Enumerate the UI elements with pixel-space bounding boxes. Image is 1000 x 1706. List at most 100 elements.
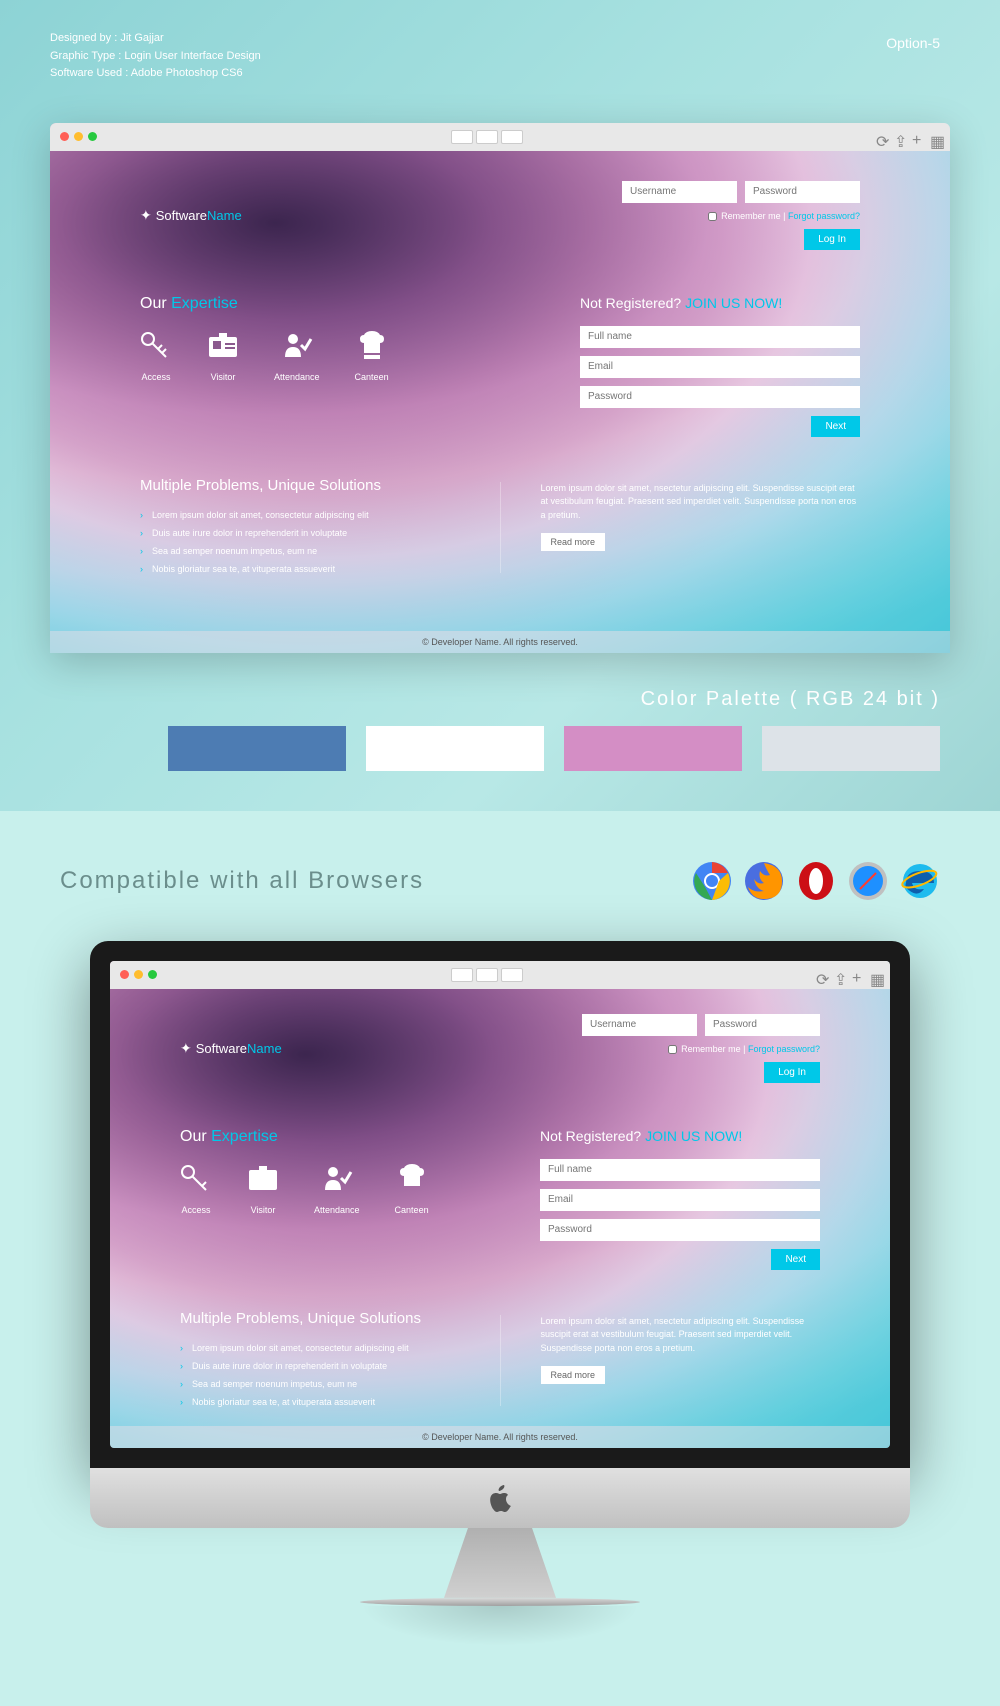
firefox-icon — [744, 861, 784, 901]
list-item: Sea ad semper noenum impetus, eum ne — [140, 542, 460, 560]
register-password-input[interactable] — [540, 1219, 820, 1241]
vertical-divider — [500, 482, 501, 573]
feature-grid: Access Visitor Attendance Canteen — [140, 331, 389, 382]
toolbar-button[interactable] — [451, 130, 473, 144]
share-icon[interactable]: ⇪ — [894, 132, 904, 142]
expertise-title: Our Expertise — [140, 295, 389, 313]
add-icon[interactable]: + — [912, 132, 922, 142]
feature-label: Attendance — [274, 372, 320, 382]
browser-toolbar: ⟳ ⇪ + ▦ — [50, 123, 950, 151]
window-controls — [60, 132, 97, 141]
list-item: Sea ad semper noenum impetus, eum ne — [180, 1375, 460, 1393]
opera-icon — [796, 861, 836, 901]
imac-chin — [90, 1468, 910, 1528]
close-icon[interactable] — [120, 970, 129, 979]
share-icon[interactable]: ⇪ — [834, 970, 844, 980]
feature-canteen[interactable]: Canteen — [395, 1164, 429, 1215]
browser-toolbar: ⟳ ⇪ + ▦ — [110, 961, 890, 989]
feature-label: Access — [140, 372, 172, 382]
email-input[interactable] — [540, 1189, 820, 1211]
description-block: Lorem ipsum dolor sit amet, nsectetur ad… — [541, 477, 861, 578]
swatch-blue — [168, 726, 346, 771]
apple-logo-icon — [488, 1484, 512, 1512]
maximize-icon[interactable] — [148, 970, 157, 979]
list-item: Nobis gloriatur sea te, at vituperata as… — [140, 560, 460, 578]
site-header: ✦ SoftwareName Remember me | Forgot pass… — [140, 181, 860, 250]
feature-attendance[interactable]: Attendance — [274, 331, 320, 382]
toolbar-button[interactable] — [501, 130, 523, 144]
feature-canteen[interactable]: Canteen — [355, 331, 389, 382]
toolbar-button[interactable] — [451, 968, 473, 982]
person-check-icon — [321, 1164, 353, 1192]
maximize-icon[interactable] — [88, 132, 97, 141]
read-more-button[interactable]: Read more — [541, 1366, 606, 1384]
username-input[interactable] — [582, 1014, 697, 1036]
palette-title: Color Palette ( RGB 24 bit ) — [60, 688, 940, 711]
id-card-icon — [247, 1164, 279, 1192]
problems-block: Multiple Problems, Unique Solutions Lore… — [140, 477, 460, 578]
password-input[interactable] — [705, 1014, 820, 1036]
feature-label: Canteen — [355, 372, 389, 382]
reload-icon[interactable]: ⟳ — [876, 132, 886, 142]
bottom-section: Multiple Problems, Unique Solutions Lore… — [140, 477, 860, 593]
feature-attendance[interactable]: Attendance — [314, 1164, 360, 1215]
register-password-input[interactable] — [580, 386, 860, 408]
register-form: Not Registered? JOIN US NOW! Next — [580, 295, 860, 437]
swatch-white — [366, 726, 544, 771]
toolbar-button[interactable] — [501, 968, 523, 982]
presentation-top-panel: Designed by : Jit Gajjar Graphic Type : … — [0, 0, 1000, 811]
imac-mockup: ⟳ ⇪ + ▦ ✦SoftwareName Remember me | Forgot … — [90, 941, 910, 1468]
login-form: Remember me | Forgot password? Log In — [582, 1014, 820, 1083]
remember-checkbox[interactable] — [668, 1045, 677, 1054]
feature-label: Visitor — [207, 372, 239, 382]
site-footer: © Developer Name. All rights reserved. — [110, 1426, 890, 1448]
remember-checkbox[interactable] — [708, 212, 717, 221]
feature-visitor[interactable]: Visitor — [207, 331, 239, 382]
fullname-input[interactable] — [540, 1159, 820, 1181]
design-meta: Designed by : Jit Gajjar Graphic Type : … — [50, 30, 950, 83]
password-input[interactable] — [745, 181, 860, 203]
toolbar-button[interactable] — [476, 968, 498, 982]
fullname-input[interactable] — [580, 326, 860, 348]
email-input[interactable] — [580, 356, 860, 378]
toolbar-right: ⟳ ⇪ + ▦ — [876, 132, 940, 142]
register-form: Not Registered? JOIN US NOW! Next — [540, 1128, 820, 1270]
login-button[interactable]: Log In — [804, 229, 860, 250]
next-button[interactable]: Next — [771, 1249, 820, 1270]
feature-access[interactable]: Access — [180, 1164, 212, 1215]
toolbar-button[interactable] — [476, 130, 498, 144]
site-footer: © Developer Name. All rights reserved. — [50, 631, 950, 653]
chef-hat-icon — [356, 331, 388, 359]
safari-icon — [848, 861, 888, 901]
site-logo[interactable]: ✦ SoftwareName — [140, 181, 242, 250]
close-icon[interactable] — [60, 132, 69, 141]
forgot-password-link[interactable]: Forgot password? — [788, 211, 860, 221]
compatibility-title: Compatible with all Browsers — [60, 867, 424, 895]
chrome-icon — [692, 861, 732, 901]
read-more-button[interactable]: Read more — [541, 533, 606, 551]
minimize-icon[interactable] — [134, 970, 143, 979]
remember-label: Remember me — [721, 211, 781, 221]
bullet-list: Lorem ipsum dolor sit amet, consectetur … — [140, 506, 460, 578]
toolbar-center — [451, 130, 523, 144]
logo-icon: ✦ — [140, 207, 152, 224]
add-icon[interactable]: + — [852, 970, 862, 980]
minimize-icon[interactable] — [74, 132, 83, 141]
login-options: Remember me | Forgot password? — [708, 211, 860, 221]
username-input[interactable] — [622, 181, 737, 203]
forgot-password-link[interactable]: Forgot password? — [748, 1044, 820, 1054]
feature-access[interactable]: Access — [140, 331, 172, 382]
feature-visitor[interactable]: Visitor — [247, 1164, 279, 1215]
reload-icon[interactable]: ⟳ — [816, 970, 826, 980]
logo-text-suffix: Name — [207, 208, 242, 223]
tabs-icon[interactable]: ▦ — [870, 970, 880, 980]
site-logo[interactable]: ✦SoftwareName — [180, 1014, 282, 1083]
login-button[interactable]: Log In — [764, 1062, 820, 1083]
imac-base — [360, 1598, 640, 1606]
list-item: Lorem ipsum dolor sit amet, consectetur … — [140, 506, 460, 524]
option-label: Option-5 — [886, 35, 940, 51]
next-button[interactable]: Next — [811, 416, 860, 437]
list-item: Duis aute irure dolor in reprehenderit i… — [180, 1357, 460, 1375]
tabs-icon[interactable]: ▦ — [930, 132, 940, 142]
compatibility-row: Compatible with all Browsers — [60, 861, 940, 901]
